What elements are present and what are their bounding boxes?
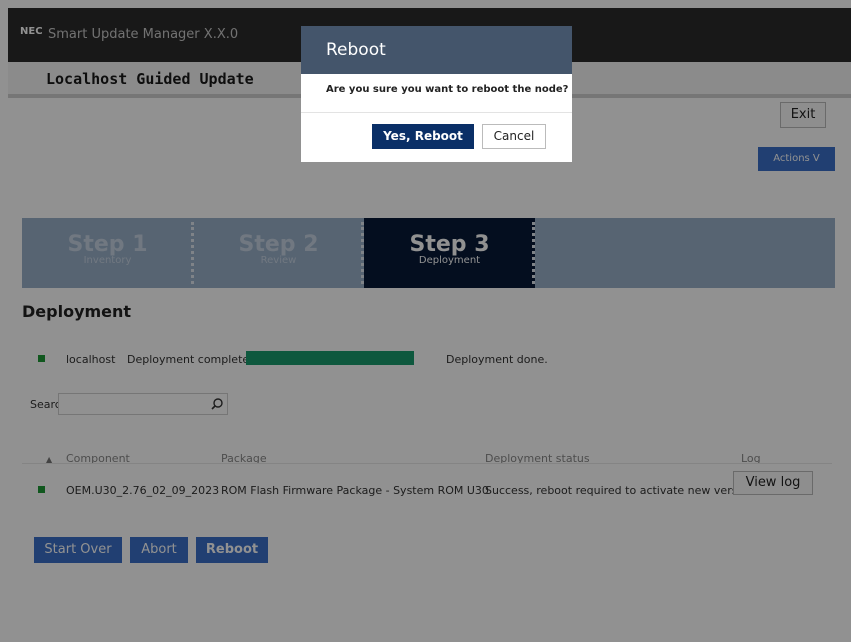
reboot-dialog: Reboot Are you sure you want to reboot t…	[301, 26, 572, 162]
dialog-title: Reboot	[326, 40, 386, 60]
dialog-header: Reboot	[301, 26, 572, 74]
confirm-reboot-button[interactable]: Yes, Reboot	[372, 124, 474, 149]
cancel-button[interactable]: Cancel	[482, 124, 546, 149]
dialog-message: Are you sure you want to reboot the node…	[326, 84, 569, 95]
dialog-divider	[301, 112, 572, 113]
